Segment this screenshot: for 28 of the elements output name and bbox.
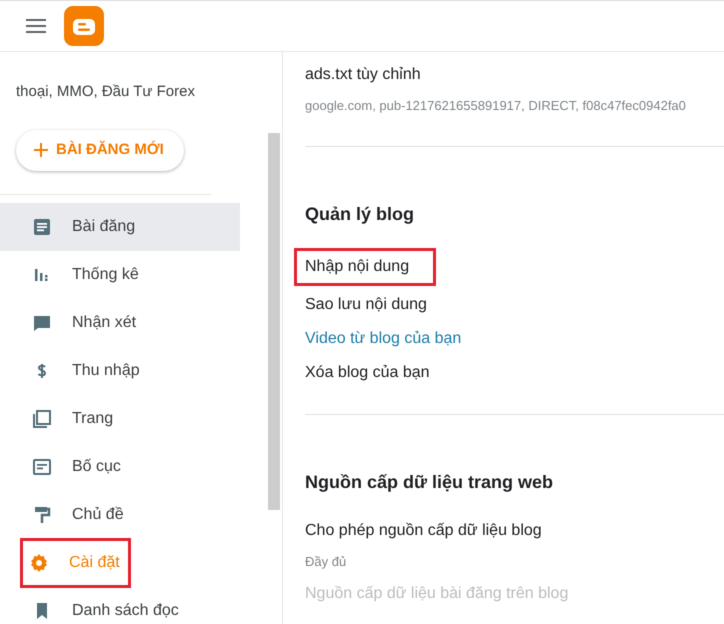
sidebar-item[interactable]: Bài đăng xyxy=(0,202,240,250)
sidebar-item[interactable]: Chủ đề xyxy=(0,490,240,538)
section-heading: Quản lý blog xyxy=(305,202,416,226)
setting-label[interactable]: Nhập nội dung xyxy=(294,248,436,286)
sidebar-item[interactable]: Bố cục xyxy=(0,442,240,490)
menu-icon[interactable] xyxy=(26,19,46,33)
sidebar-item[interactable]: Danh sách đọc xyxy=(0,586,240,624)
sidebar-item[interactable]: Thống kê xyxy=(0,250,240,298)
blog-description: thoại, MMO, Đầu Tư Forex xyxy=(15,82,196,102)
video-link[interactable]: Video từ blog của bạn xyxy=(305,324,462,354)
settings-icon xyxy=(29,552,49,572)
sidebar-item[interactable]: Trang xyxy=(0,394,240,442)
setting-label[interactable]: ads.txt tùy chỉnh xyxy=(305,60,421,90)
section-heading: Nguồn cấp dữ liệu trang web xyxy=(305,470,554,494)
plus-icon xyxy=(34,143,48,158)
setting-label[interactable]: Sao lưu nội dung xyxy=(305,290,427,320)
setting-label[interactable]: Cho phép nguồn cấp dữ liệu blog xyxy=(305,516,542,546)
sidebar-item[interactable]: Thu nhập xyxy=(0,346,240,394)
scrollbar-thumb[interactable] xyxy=(268,133,280,510)
paint-roller-icon xyxy=(32,504,52,524)
setting-value: google.com, pub-1217621655891917, DIRECT, f08c47fec0942fa0 xyxy=(305,97,687,115)
setting-label[interactable]: Xóa blog của bạn xyxy=(305,358,430,388)
document-icon xyxy=(32,216,52,236)
logo-icon[interactable] xyxy=(64,6,104,46)
sidebar-item[interactable]: Nhận xét xyxy=(0,298,240,346)
setting-value: Đầy đủ xyxy=(305,552,348,571)
pages-icon xyxy=(32,408,52,428)
layout-icon xyxy=(32,456,52,476)
